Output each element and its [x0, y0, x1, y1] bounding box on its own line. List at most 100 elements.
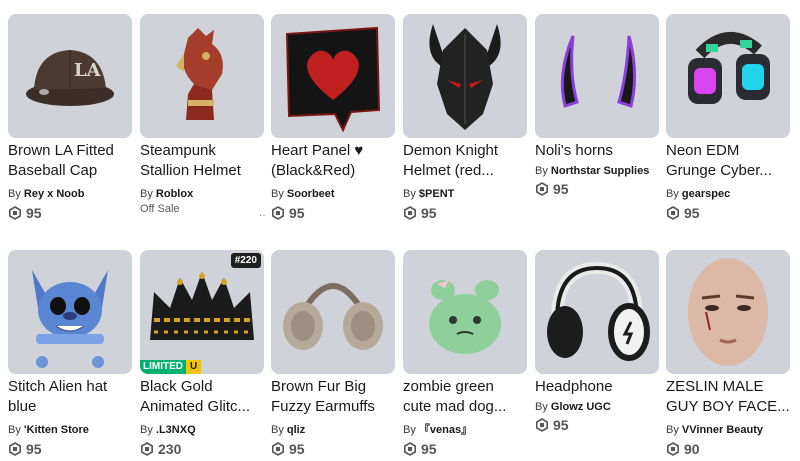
item-creator: By Rey x Noob	[8, 187, 132, 201]
item-thumbnail[interactable]	[271, 14, 395, 138]
item-name[interactable]: Neon EDM Grunge Cyber...	[666, 141, 790, 181]
item-card[interactable]: Stitch Alien hat blue By 'Kitten Store 9…	[8, 250, 132, 460]
robux-icon	[404, 442, 416, 456]
by-label: By	[8, 424, 21, 436]
price-value: 95	[289, 205, 305, 221]
item-thumbnail[interactable]	[666, 14, 790, 138]
item-name[interactable]: Brown LA Fitted Baseball Cap	[8, 141, 132, 181]
item-thumbnail[interactable]	[271, 250, 395, 374]
item-card[interactable]: Neon EDM Grunge Cyber... By gearspec 95	[666, 14, 790, 224]
item-card[interactable]: Heart Panel ♥ (Black&Red) By Soorbeet 95	[271, 14, 395, 224]
item-card[interactable]: zombie green cute mad dog... By 『venas』 …	[403, 250, 527, 460]
item-card[interactable]: ZESLIN MALE GUY BOY FACE... By VVinner B…	[666, 250, 790, 460]
item-thumbnail[interactable]	[140, 14, 264, 138]
unique-label: U	[186, 360, 202, 374]
by-label: By	[271, 424, 284, 436]
robux-icon	[536, 182, 548, 196]
item-card[interactable]: #220 LIMITED U Black Gold Animated Glitc…	[140, 250, 264, 460]
robux-icon	[536, 418, 548, 432]
item-name-line1: Brown Fur Big	[271, 378, 367, 395]
item-card[interactable]: Demon Knight Helmet (red... By $PENT 95	[403, 14, 527, 224]
item-card[interactable]: LA Brown LA Fitted Baseball Cap By Rey x…	[8, 14, 132, 224]
item-name[interactable]: Noli's horns	[535, 141, 659, 161]
creator-name[interactable]: Soorbeet	[287, 188, 335, 200]
stitch-hat-icon	[32, 270, 108, 368]
zombie-dog-icon	[429, 280, 501, 354]
item-price: 95	[535, 180, 569, 198]
creator-name[interactable]: $PENT	[419, 188, 454, 200]
item-price: 95	[666, 204, 700, 222]
item-name-line2: cute mad dog...	[403, 398, 507, 415]
horns-icon	[560, 35, 637, 108]
creator-name[interactable]: .L3NXQ	[156, 424, 196, 436]
robux-icon	[272, 442, 284, 456]
by-label: By	[140, 424, 153, 436]
item-thumbnail[interactable]: LA	[8, 14, 132, 138]
item-creator: By Northstar Supplies	[535, 164, 659, 178]
item-price: 95	[271, 440, 305, 458]
item-name[interactable]: Headphone	[535, 377, 659, 397]
item-name-line2: Baseball Cap	[8, 162, 98, 179]
item-creator: By Roblox	[140, 187, 264, 201]
item-name-line2: Helmet (red...	[403, 162, 494, 179]
item-name-line1: Stitch Alien hat	[8, 378, 108, 395]
price-value: 95	[421, 441, 437, 457]
item-thumbnail[interactable]	[403, 14, 527, 138]
robux-icon	[667, 206, 679, 220]
price-value: 90	[684, 441, 700, 457]
by-label: By	[403, 188, 416, 200]
creator-name[interactable]: 'Kitten Store	[24, 424, 89, 436]
item-card[interactable]: Headphone By Glowz UGC 95	[535, 250, 659, 460]
creator-name[interactable]: gearspec	[682, 188, 730, 200]
headphone-icon	[547, 261, 650, 361]
offsale-label: Off Sale	[140, 203, 180, 215]
item-name[interactable]: ZESLIN MALE GUY BOY FACE...	[666, 377, 790, 417]
item-creator: By qliz	[271, 423, 395, 437]
item-thumbnail[interactable]	[535, 14, 659, 138]
item-name[interactable]: Brown Fur Big Fuzzy Earmuffs	[271, 377, 395, 417]
item-name-line2: blue	[8, 398, 37, 415]
item-name[interactable]: zombie green cute mad dog...	[403, 377, 527, 417]
item-price: 95	[403, 204, 437, 222]
crown-icon	[150, 272, 254, 340]
price-value: 95	[26, 441, 42, 457]
item-name-line2: Stallion Helmet	[140, 162, 241, 179]
item-name-line2: Grunge Cyber...	[666, 162, 772, 179]
item-name-line2: GUY BOY FACE...	[666, 398, 790, 415]
item-price: 95	[535, 416, 569, 434]
creator-name[interactable]: 『venas』	[419, 424, 472, 436]
item-thumbnail[interactable]	[403, 250, 527, 374]
item-thumbnail[interactable]	[8, 250, 132, 374]
item-name[interactable]: Stitch Alien hat blue	[8, 377, 132, 417]
item-name-line2: Animated Glitc...	[140, 398, 251, 415]
creator-name[interactable]: Northstar Supplies	[551, 165, 649, 177]
item-card[interactable]: Noli's horns By Northstar Supplies 95	[535, 14, 659, 224]
price-value: 95	[26, 205, 42, 221]
item-name[interactable]: Black Gold Animated Glitc...	[140, 377, 264, 417]
creator-name[interactable]: qliz	[287, 424, 305, 436]
creator-name[interactable]: Rey x Noob	[24, 188, 85, 200]
creator-name[interactable]: VVinner Beauty	[682, 424, 763, 436]
item-price: 95	[8, 204, 42, 222]
item-card[interactable]: Brown Fur Big Fuzzy Earmuffs By qliz 95	[271, 250, 395, 460]
demon-helmet-icon	[429, 24, 501, 130]
by-label: By	[535, 401, 548, 413]
item-name-line1: zombie green	[403, 378, 494, 395]
item-thumbnail[interactable]	[666, 250, 790, 374]
cap-icon: LA	[26, 50, 114, 106]
item-name-line1: Neon EDM	[666, 142, 740, 159]
item-name[interactable]: Demon Knight Helmet (red...	[403, 141, 527, 181]
creator-name[interactable]: Roblox	[156, 188, 193, 200]
by-label: By	[403, 424, 416, 436]
item-name-line1: Noli's horns	[535, 142, 613, 159]
item-creator: By Glowz UGC	[535, 400, 659, 414]
item-thumbnail[interactable]	[535, 250, 659, 374]
creator-name[interactable]: Glowz UGC	[551, 401, 611, 413]
price-value: 95	[553, 181, 569, 197]
by-label: By	[8, 188, 21, 200]
item-name[interactable]: Heart Panel ♥ (Black&Red)	[271, 141, 395, 181]
item-thumbnail[interactable]: #220 LIMITED U	[140, 250, 264, 374]
item-card[interactable]: Steampunk Stallion Helmet By Roblox Off …	[140, 14, 266, 224]
catalog-grid: LA Brown LA Fitted Baseball Cap By Rey x…	[0, 0, 800, 461]
item-name[interactable]: Steampunk Stallion Helmet	[140, 141, 264, 181]
